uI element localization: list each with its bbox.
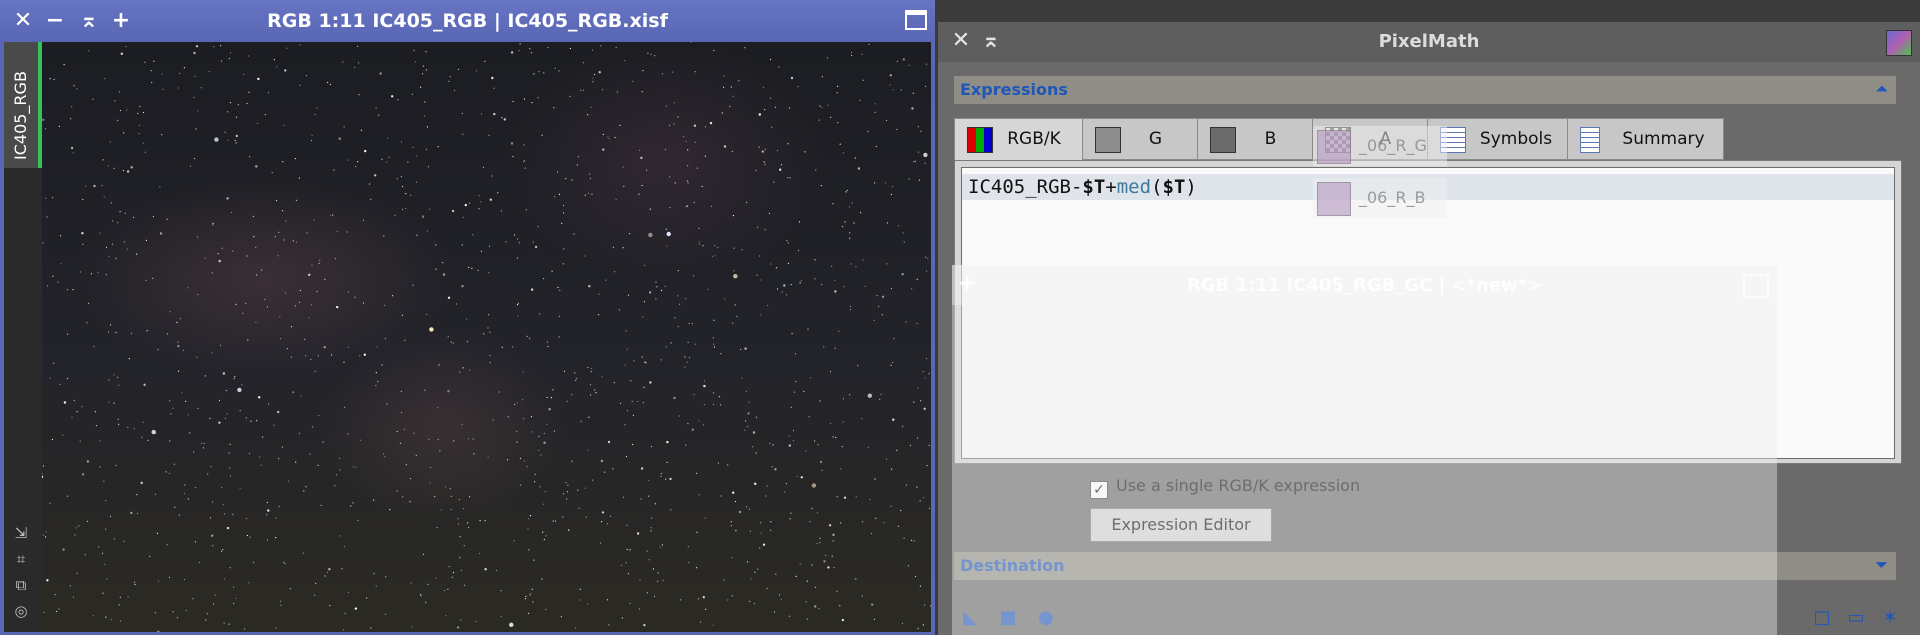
ghost-window-titlebar: + RGB 1:11 IC405_RGB_GC | <*new*> [952,265,1777,305]
clone-icon[interactable]: ⧉ [12,576,30,594]
thumbnail-label: _06_R_G [1359,136,1427,155]
edit-instance-icon[interactable]: ▭ [1846,608,1866,628]
process-icon[interactable] [1886,30,1912,56]
thumbnail-label: _06_R_B [1359,188,1426,207]
tab-rgbk[interactable]: RGB/K [954,118,1084,161]
expr-token: $T [1082,176,1106,198]
crop-icon[interactable]: ⌗ [12,550,30,568]
reset-icon[interactable]: ✶ [1880,608,1900,628]
tab-label: B [1264,129,1277,149]
expressions-section-header[interactable]: Expressions ⏶ [954,76,1896,104]
tab-label: RGB/K [1007,129,1061,149]
expand-down-icon[interactable]: ⏷ [1875,555,1888,575]
view-tab-label: IC405_RGB [11,71,30,160]
tab-b[interactable]: B [1197,118,1314,160]
expr-token: ( [1151,176,1163,198]
expr-token: + [1105,176,1117,198]
expressions-label: Expressions [960,80,1068,99]
pixelmath-title: PixelMath [1378,31,1480,52]
tab-summary[interactable]: Summary [1567,118,1724,160]
image-canvas[interactable] [42,42,931,632]
expr-token: med [1116,176,1152,198]
thumbnail-image [1317,182,1351,216]
image-window-title: RGB 1:11 IC405_RGB | IC405_RGB.xisf [267,10,668,32]
tab-g[interactable]: G [1082,118,1199,160]
view-tab-ic405-rgb[interactable]: IC405_RGB [4,42,42,168]
expr-token: IC405_RGB- [968,176,1083,198]
tab-label: G [1148,129,1163,149]
thumbnail-06-r-g[interactable]: _06_R_G [1313,126,1447,166]
expr-token: $T [1162,176,1186,198]
maximize-icon[interactable] [905,10,927,30]
image-window: ✕ − ⌅ + RGB 1:11 IC405_RGB | IC405_RGB.x… [0,0,935,635]
ghost-window-title: RGB 1:11 IC405_RGB_GC | <*new*> [1186,275,1543,296]
target-icon[interactable]: ◎ [12,602,30,620]
tab-symbols[interactable]: Symbols [1427,118,1569,160]
collapse-up-icon[interactable]: ⏶ [1875,79,1888,99]
ghost-image-window: + RGB 1:11 IC405_RGB_GC | <*new*> [952,265,1777,635]
expr-token: ) [1185,176,1197,198]
image-window-titlebar[interactable]: ✕ − ⌅ + RGB 1:11 IC405_RGB | IC405_RGB.x… [0,0,935,42]
browse-docs-icon[interactable]: □ [1812,608,1832,628]
starfield-image [42,42,931,632]
pixelmath-titlebar[interactable]: ✕ ⌅ PixelMath [938,22,1920,62]
thumbnail-06-r-b[interactable]: _06_R_B [1313,178,1447,218]
maximize-icon [1743,274,1769,298]
tab-label: Summary [1622,129,1705,149]
zoom-to-fit-icon[interactable]: ⇲ [12,524,30,542]
thumbnail-image [1317,130,1351,164]
desktop: ✕ − ⌅ + RGB 1:11 IC405_RGB | IC405_RGB.x… [0,0,1920,635]
tab-label: Symbols [1479,129,1553,149]
